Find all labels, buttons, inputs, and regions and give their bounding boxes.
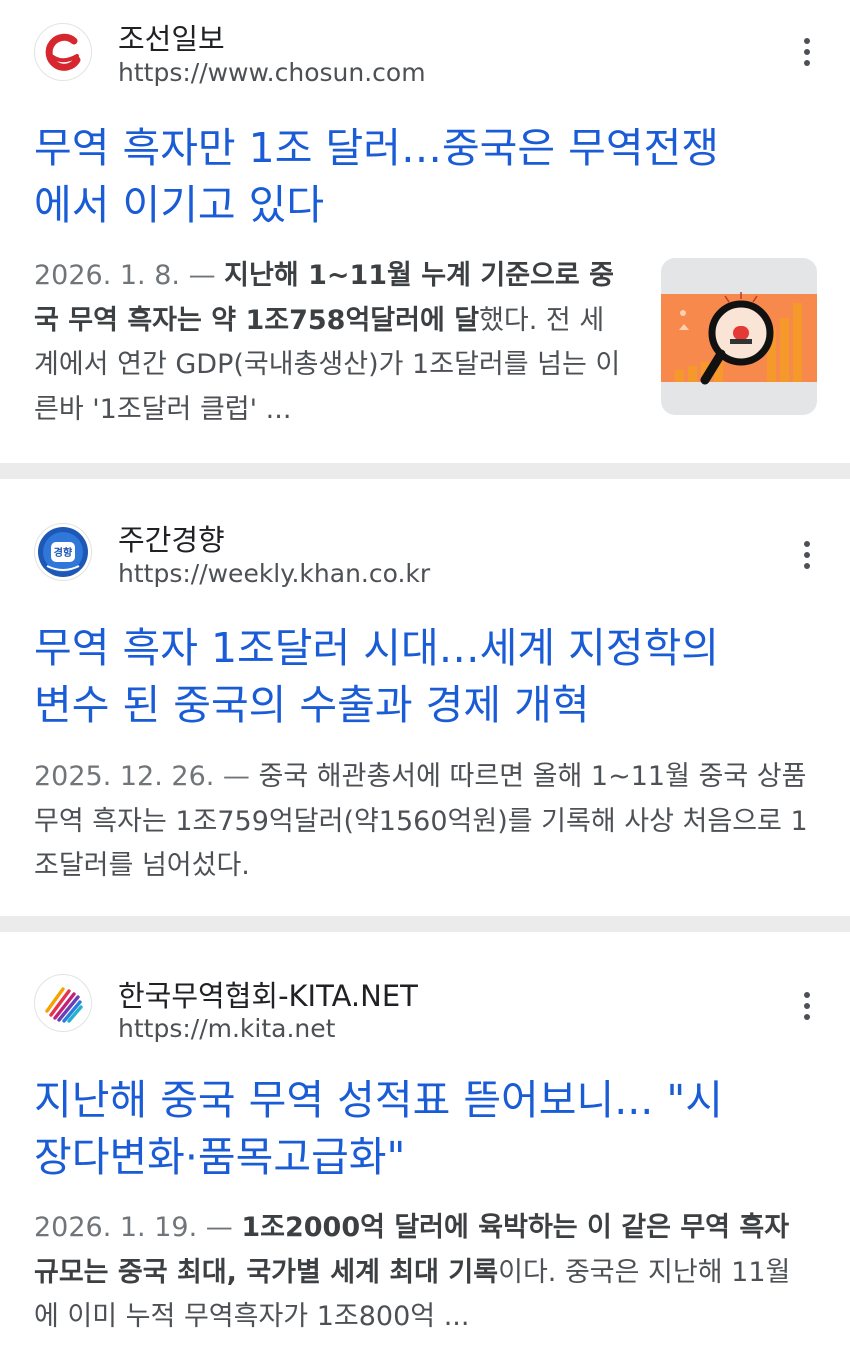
site-url[interactable]: https://m.kita.net	[118, 1014, 335, 1043]
result-date: 2026. 1. 8. —	[34, 260, 225, 291]
more-options-icon[interactable]	[794, 535, 820, 575]
kita-logo-icon	[34, 974, 92, 1032]
title-line-1[interactable]: 무역 흑자만 1조 달러…중국은 무역전쟁	[34, 124, 719, 172]
title-line-2[interactable]: 장다변화·품목고급화"	[34, 1133, 405, 1181]
more-options-icon[interactable]	[794, 986, 820, 1026]
result-date: 2025. 12. 26. —	[34, 761, 259, 792]
more-options-icon[interactable]	[794, 32, 820, 72]
site-name[interactable]: 조선일보	[118, 16, 225, 58]
site-name[interactable]: 주간경향	[118, 517, 225, 559]
site-name[interactable]: 한국무역협회-KITA.NET	[118, 973, 418, 1015]
result-title-link[interactable]: 무역 흑자 1조달러 시대…세계 지정학의 변수 된 중국의 수출과 경제 개혁	[34, 620, 719, 734]
result-title-link[interactable]: 무역 흑자만 1조 달러…중국은 무역전쟁 에서 이기고 있다	[34, 120, 719, 234]
result-date: 2026. 1. 19. —	[34, 1212, 242, 1243]
title-line-2[interactable]: 에서 이기고 있다	[34, 181, 324, 229]
result-snippet: 2026. 1. 8. — 지난해 1~11월 누계 기준으로 중국 무역 흑자…	[34, 254, 624, 432]
kyunghyang-logo-icon: 경향	[34, 523, 92, 581]
title-line-2[interactable]: 변수 된 중국의 수출과 경제 개혁	[34, 681, 590, 729]
title-line-1[interactable]: 무역 흑자 1조달러 시대…세계 지정학의	[34, 624, 719, 672]
result-separator	[0, 916, 850, 932]
search-result-2: 경향 주간경향 https://weekly.khan.co.kr 무역 흑자 …	[0, 479, 850, 916]
site-url[interactable]: https://weekly.khan.co.kr	[118, 559, 430, 588]
kyunghyang-logo-text: 경향	[54, 546, 73, 559]
result-title-link[interactable]: 지난해 중국 무역 성적표 뜯어보니... "시 장다변화·품목고급화"	[34, 1072, 723, 1186]
site-url[interactable]: https://www.chosun.com	[118, 58, 426, 87]
result-snippet: 2026. 1. 19. — 1조2000억 달러에 육박하는 이 같은 무역 …	[34, 1206, 814, 1340]
result-thumbnail[interactable]	[661, 258, 817, 415]
title-line-1[interactable]: 지난해 중국 무역 성적표 뜯어보니... "시	[34, 1076, 723, 1124]
result-separator	[0, 463, 850, 479]
chosun-logo-icon	[34, 23, 92, 81]
search-result-3: 한국무역협회-KITA.NET https://m.kita.net 지난해 중…	[0, 932, 850, 1369]
search-result-1: 조선일보 https://www.chosun.com 무역 흑자만 1조 달러…	[0, 0, 850, 463]
result-snippet: 2025. 12. 26. — 중국 해관총서에 따르면 올해 1~11월 중국…	[34, 755, 814, 889]
